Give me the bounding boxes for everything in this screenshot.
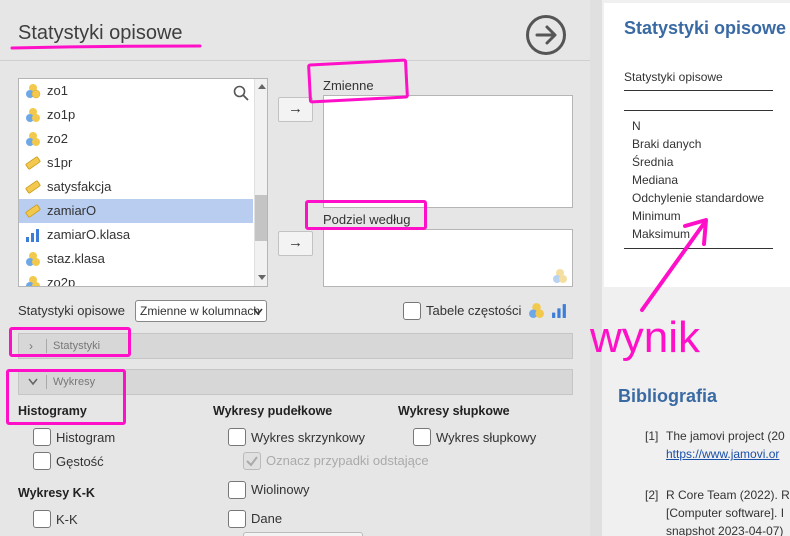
results-table-header: Statystyki opisowe [624, 70, 723, 84]
table-row-label: N [632, 119, 641, 133]
ref-text: R Core Team (2022). R [666, 488, 790, 502]
annotation-box-split [305, 200, 427, 230]
results-title: Statystyki opisowe [624, 18, 787, 38]
ref-link[interactable]: https://www.jamovi.or [666, 447, 779, 461]
ref-text: The jamovi project (20 [666, 429, 785, 443]
annotation-underline [10, 44, 202, 50]
table-row-label: Średnia [632, 155, 674, 169]
bibliography-title: Bibliografia [618, 386, 718, 406]
annotation-box-statistics [9, 327, 131, 357]
table-rule [624, 110, 773, 111]
annotation-box-variables [307, 58, 409, 104]
options-panel: Statystyki opisowe zo1 zo1p zo2 s1pr sat… [0, 0, 590, 536]
annotation-label: wynik [590, 313, 701, 362]
ref-number: [2] [645, 488, 659, 502]
ref-text: snapshot 2023-04-07) [666, 524, 784, 536]
table-rule [624, 90, 773, 91]
table-row-label: Mediana [632, 173, 679, 187]
annotation-box-plots [6, 369, 126, 425]
table-row-label: Braki danych [632, 137, 702, 151]
ref-text: [Computer software]. I [666, 506, 785, 520]
ref-number: [1] [645, 429, 659, 443]
